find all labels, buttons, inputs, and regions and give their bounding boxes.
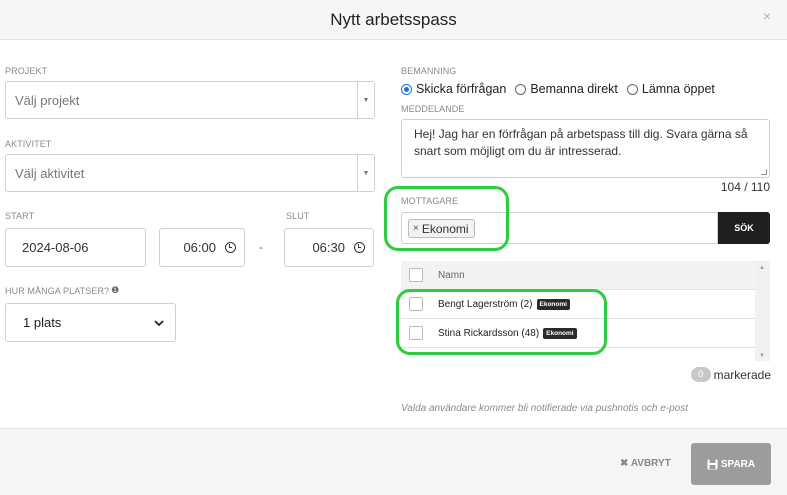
chevron-down-icon: ▼ [357,82,374,118]
start-label: START [5,211,35,221]
chevron-down-icon: ▼ [357,155,374,191]
radio-button[interactable] [515,83,527,95]
radio-label: Skicka förfrågan [416,82,507,96]
seats-value: 1 plats [23,315,62,330]
notification-notice: Valda användare kommer bli notifierade v… [401,403,689,414]
radio-label: Bemanna direkt [530,82,618,96]
clock-icon[interactable] [225,242,236,253]
save-icon [707,459,718,469]
time-range-separator: - [259,240,263,254]
selected-count-label: markerade [713,367,771,382]
close-icon[interactable]: × [763,8,771,24]
table-scrollbar[interactable]: ▲ ▼ [755,261,770,361]
project-select[interactable]: Välj projekt ▼ [5,81,375,119]
message-text: Hej! Jag har en förfrågan på arbetspass … [414,127,748,158]
resize-handle-icon[interactable] [761,169,767,175]
save-label: SPARA [720,458,756,470]
selected-count: 0 markerade [690,367,771,382]
selected-count-badge: 0 [690,367,711,382]
search-button[interactable]: SÖK [718,212,770,244]
close-icon: ✖ [620,458,629,469]
seats-label-text: HUR MÅNGA PLATSER? [5,285,110,296]
start-time-value: 06:00 [183,240,216,255]
select-all-checkbox[interactable] [409,268,423,282]
start-time-input[interactable]: 06:00 [159,228,245,267]
radio-button[interactable] [626,83,638,95]
staffing-label: BEMANNING [401,66,457,76]
help-icon[interactable]: ❶ [111,285,119,296]
scroll-up-icon[interactable]: ▲ [759,265,765,271]
rows-highlight [396,289,607,355]
activity-select[interactable]: Välj aktivitet ▼ [5,154,375,192]
radio-label: Lämna öppet [641,82,715,96]
cancel-button[interactable]: ✖ AVBRYT [620,458,671,469]
table-header: Namn [401,261,755,290]
scroll-down-icon[interactable]: ▼ [759,353,765,359]
character-counter: 104 / 110 [720,180,770,194]
end-time-input[interactable]: 06:30 [284,228,374,267]
staffing-radio-group: Skicka förfrågan Bemanna direkt Lämna öp… [401,82,724,96]
radio-send-request[interactable]: Skicka förfrågan [401,82,506,96]
message-textarea[interactable]: Hej! Jag har en förfrågan på arbetspass … [401,119,770,178]
activity-label: AKTIVITET [5,139,52,149]
clock-icon[interactable] [354,242,365,253]
radio-button[interactable] [401,83,412,95]
save-button[interactable]: SPARA [691,443,771,485]
end-label: SLUT [286,211,310,221]
radio-leave-open[interactable]: Lämna öppet [626,82,715,96]
start-date-input[interactable]: 2024-08-06 [5,228,146,267]
cancel-label: AVBRYT [630,458,671,469]
radio-staff-directly[interactable]: Bemanna direkt [515,82,618,96]
start-date-value: 2024-08-06 [22,240,89,255]
message-label: MEDDELANDE [401,104,465,114]
column-header-name: Namn [438,269,465,281]
project-label: PROJEKT [5,66,48,76]
chevron-down-icon [154,320,164,327]
recipients-highlight [384,186,509,251]
end-time-value: 06:30 [312,240,345,255]
seats-select[interactable]: 1 plats [5,303,176,342]
modal-title: Nytt arbetsspass [330,10,457,29]
project-placeholder: Välj projekt [15,92,80,108]
seats-label: HUR MÅNGA PLATSER? ❶ [5,285,119,296]
activity-placeholder: Välj aktivitet [15,165,85,181]
